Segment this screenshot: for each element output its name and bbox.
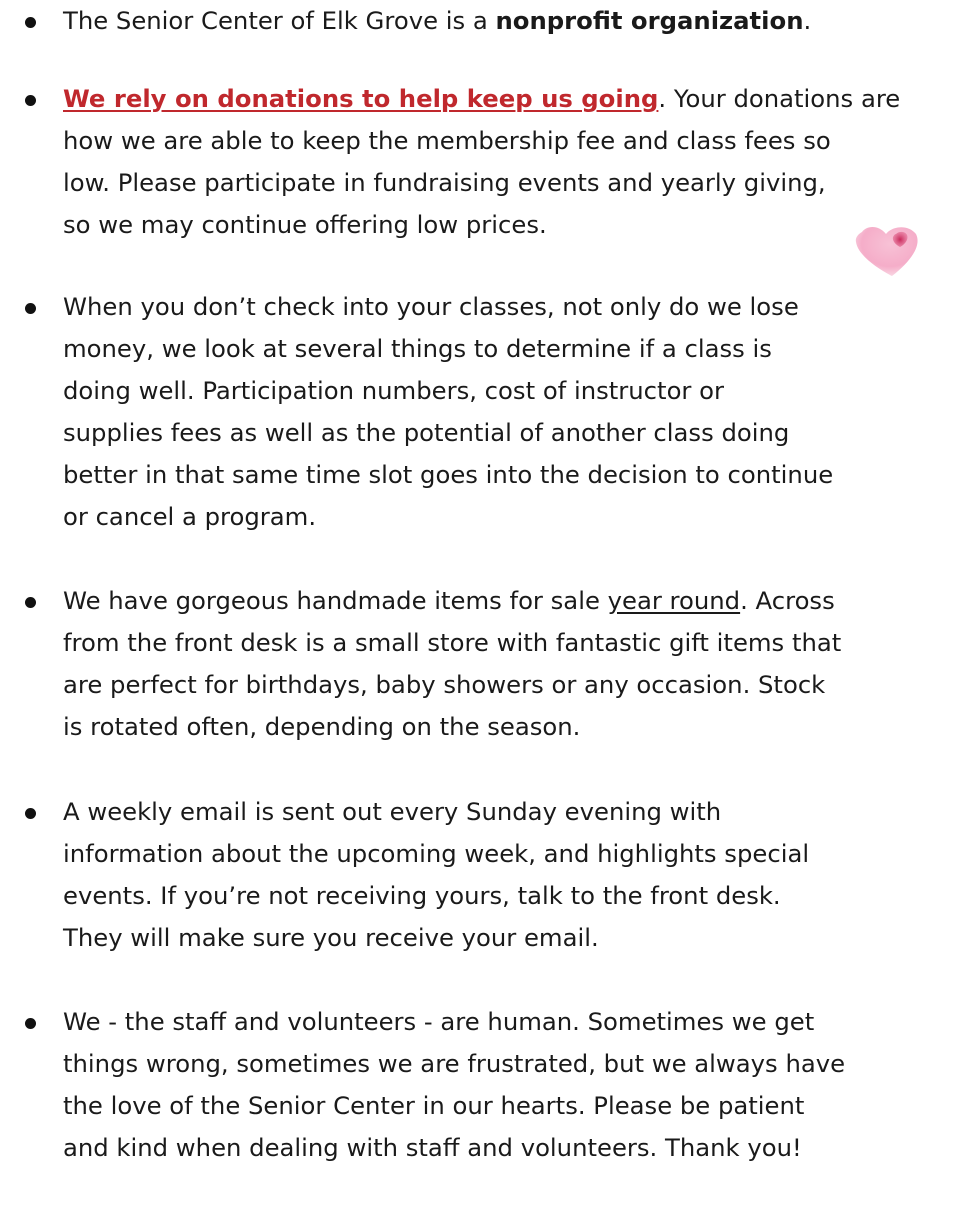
text-line: When you don’t check into your classes, … bbox=[63, 292, 799, 321]
bullet-dot bbox=[25, 808, 36, 819]
year-round-emphasis: year round bbox=[607, 586, 741, 615]
text-line: from the front desk is a small store wit… bbox=[63, 628, 842, 657]
text-line: supplies fees as well as the potential o… bbox=[63, 418, 790, 447]
bullet-text: We have gorgeous handmade items for sale… bbox=[63, 580, 963, 748]
text-line: We - the staff and volunteers - are huma… bbox=[63, 1007, 815, 1036]
text-line: or cancel a program. bbox=[63, 502, 317, 531]
text-line: They will make sure you receive your ema… bbox=[63, 923, 599, 952]
text-line: doing well. Participation numbers, cost … bbox=[63, 376, 724, 405]
text-line: and kind when dealing with staff and vol… bbox=[63, 1133, 802, 1162]
bullet-dot bbox=[25, 597, 36, 608]
text-line: so we may continue offering low prices. bbox=[63, 210, 547, 239]
text-line: The Senior Center of Elk Grove is a nonp… bbox=[63, 6, 812, 35]
text-line: are perfect for birthdays, baby showers … bbox=[63, 670, 826, 699]
bullet-dot bbox=[25, 1018, 36, 1029]
document-page: The Senior Center of Elk Grove is a nonp… bbox=[0, 0, 972, 1230]
bullet-text: A weekly email is sent out every Sunday … bbox=[63, 791, 963, 959]
bullet-text: We - the staff and volunteers - are huma… bbox=[63, 1001, 963, 1169]
bullet-dot bbox=[25, 17, 36, 28]
text-line: information about the upcoming week, and… bbox=[63, 839, 810, 868]
bullet-text: When you don’t check into your classes, … bbox=[63, 286, 963, 538]
text-line: how we are able to keep the membership f… bbox=[63, 126, 831, 155]
nonprofit-emphasis: nonprofit organization bbox=[495, 6, 804, 35]
text-line: the love of the Senior Center in our hea… bbox=[63, 1091, 805, 1120]
text-line: money, we look at several things to dete… bbox=[63, 334, 772, 363]
text-line: is rotated often, depending on the seaso… bbox=[63, 712, 581, 741]
text-line: We rely on donations to help keep us goi… bbox=[63, 84, 901, 113]
bullet-text: The Senior Center of Elk Grove is a nonp… bbox=[63, 0, 963, 42]
text-line: events. If you’re not receiving yours, t… bbox=[63, 881, 781, 910]
text-line: things wrong, sometimes we are frustrate… bbox=[63, 1049, 846, 1078]
bullet-dot bbox=[25, 303, 36, 314]
text-line: low. Please participate in fundraising e… bbox=[63, 168, 826, 197]
donations-link[interactable]: We rely on donations to help keep us goi… bbox=[63, 84, 658, 113]
text-line: A weekly email is sent out every Sunday … bbox=[63, 797, 722, 826]
text-line: better in that same time slot goes into … bbox=[63, 460, 834, 489]
text-line: We have gorgeous handmade items for sale… bbox=[63, 586, 835, 615]
bullet-text: We rely on donations to help keep us goi… bbox=[63, 78, 963, 246]
heart-icon bbox=[855, 227, 918, 276]
bullet-dot bbox=[25, 95, 36, 106]
